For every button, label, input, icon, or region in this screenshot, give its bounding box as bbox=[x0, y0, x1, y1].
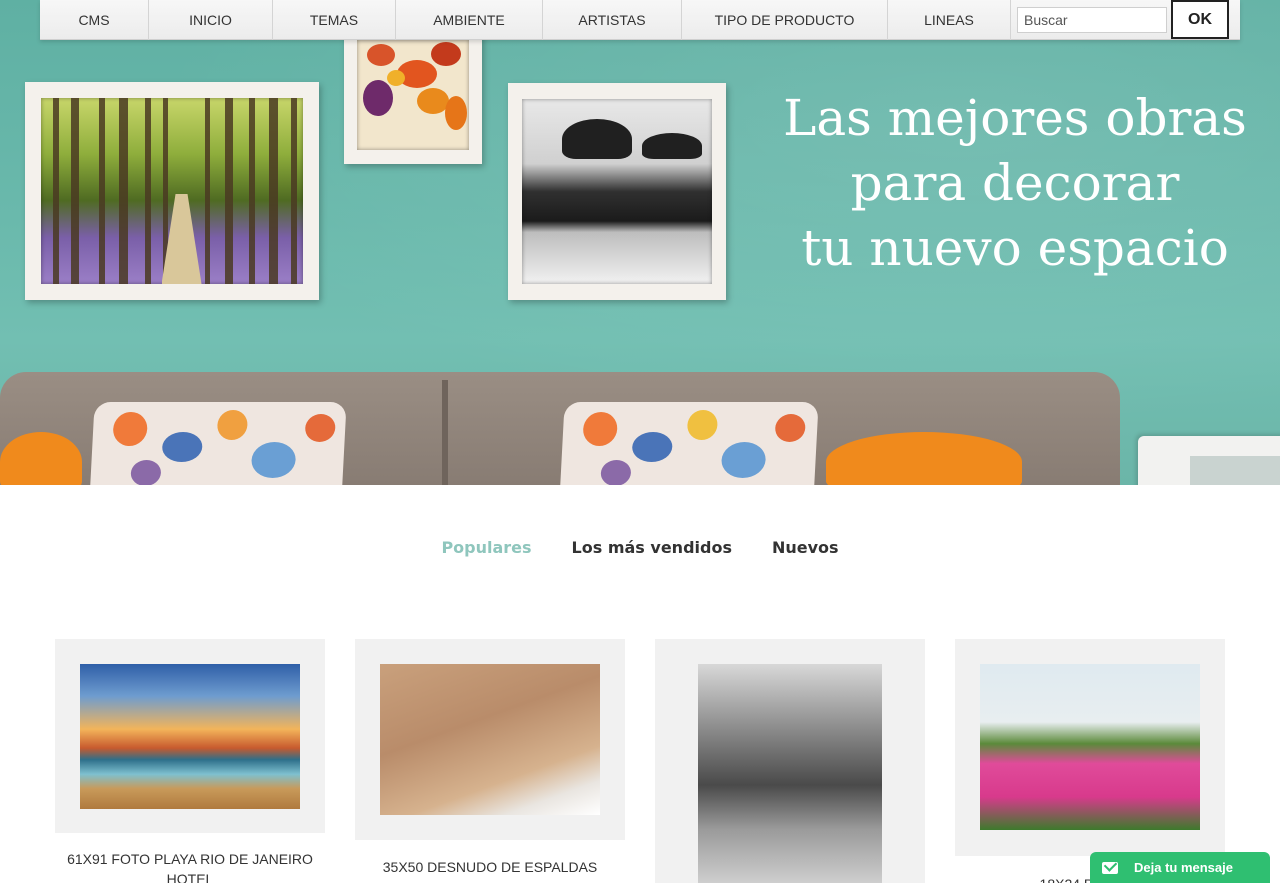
nav-item-cms[interactable]: CMS bbox=[40, 0, 149, 40]
nav-item-ambiente[interactable]: AMBIENTE bbox=[396, 0, 543, 40]
chat-widget-button[interactable]: Deja tu mensaje bbox=[1090, 852, 1270, 883]
marsh-artwork bbox=[522, 99, 712, 284]
envelope-icon bbox=[1102, 861, 1118, 874]
side-table bbox=[1138, 436, 1280, 485]
chat-label: Deja tu mensaje bbox=[1134, 860, 1233, 875]
tab-mas-vendidos[interactable]: Los más vendidos bbox=[572, 538, 732, 557]
product-tabs: Populares Los más vendidos Nuevos bbox=[0, 538, 1280, 557]
hero-line-2: para decorar bbox=[850, 154, 1180, 212]
framed-picture-marsh bbox=[508, 83, 726, 300]
tab-populares[interactable]: Populares bbox=[441, 538, 531, 557]
framed-picture-forest bbox=[25, 82, 319, 300]
nav-item-tipo-de-producto[interactable]: TIPO DE PRODUCTO bbox=[682, 0, 888, 40]
floral-pillow-right bbox=[559, 402, 819, 485]
search-box bbox=[1011, 0, 1167, 39]
product-thumbnail[interactable] bbox=[55, 639, 325, 833]
sofa-seam bbox=[442, 380, 448, 485]
product-card: 61x91 FOTO PLAYA RIO DE JANEIRO HOTEL bbox=[55, 639, 325, 883]
nav-item-artistas[interactable]: ARTISTAS bbox=[543, 0, 682, 40]
product-thumbnail[interactable] bbox=[955, 639, 1225, 856]
framed-picture-flowers bbox=[344, 32, 482, 164]
flowers-artwork bbox=[357, 40, 469, 150]
nav-item-lineas[interactable]: LINEAS bbox=[888, 0, 1011, 40]
product-image-flower-field bbox=[980, 664, 1200, 830]
search-ok-button[interactable]: OK bbox=[1171, 0, 1229, 39]
tab-nuevos[interactable]: Nuevos bbox=[772, 538, 839, 557]
product-thumbnail[interactable] bbox=[655, 639, 925, 883]
nav-item-temas[interactable]: TEMAS bbox=[273, 0, 396, 40]
forest-artwork bbox=[41, 98, 303, 284]
product-card bbox=[655, 639, 925, 883]
product-image-rio-beach bbox=[80, 664, 300, 809]
orange-cushion-right bbox=[826, 432, 1022, 485]
top-navigation: CMS INICIO TEMAS AMBIENTE ARTISTAS TIPO … bbox=[40, 0, 1240, 40]
product-name[interactable]: 35X50 DESNUDO DE ESPALDAS bbox=[355, 857, 625, 877]
product-card: 35X50 DESNUDO DE ESPALDAS bbox=[355, 639, 625, 877]
hero-headline: Las mejores obras para decorar tu nuevo … bbox=[770, 86, 1260, 281]
hero-banner: Las mejores obras para decorar tu nuevo … bbox=[0, 0, 1280, 485]
hero-line-1: Las mejores obras bbox=[783, 89, 1247, 147]
product-image-nude-back bbox=[380, 664, 600, 815]
product-name[interactable]: 61x91 FOTO PLAYA RIO DE JANEIRO HOTEL bbox=[55, 849, 325, 883]
floral-pillow-left bbox=[89, 402, 347, 485]
product-card: 18X24 PAISAJE bbox=[955, 639, 1225, 883]
nav-item-inicio[interactable]: INICIO bbox=[149, 0, 273, 40]
product-thumbnail[interactable] bbox=[355, 639, 625, 840]
orange-cushion-left bbox=[0, 432, 82, 485]
search-input[interactable] bbox=[1017, 6, 1167, 33]
product-image-boxer bbox=[698, 664, 882, 883]
hero-line-3: tu nuevo espacio bbox=[801, 219, 1229, 277]
